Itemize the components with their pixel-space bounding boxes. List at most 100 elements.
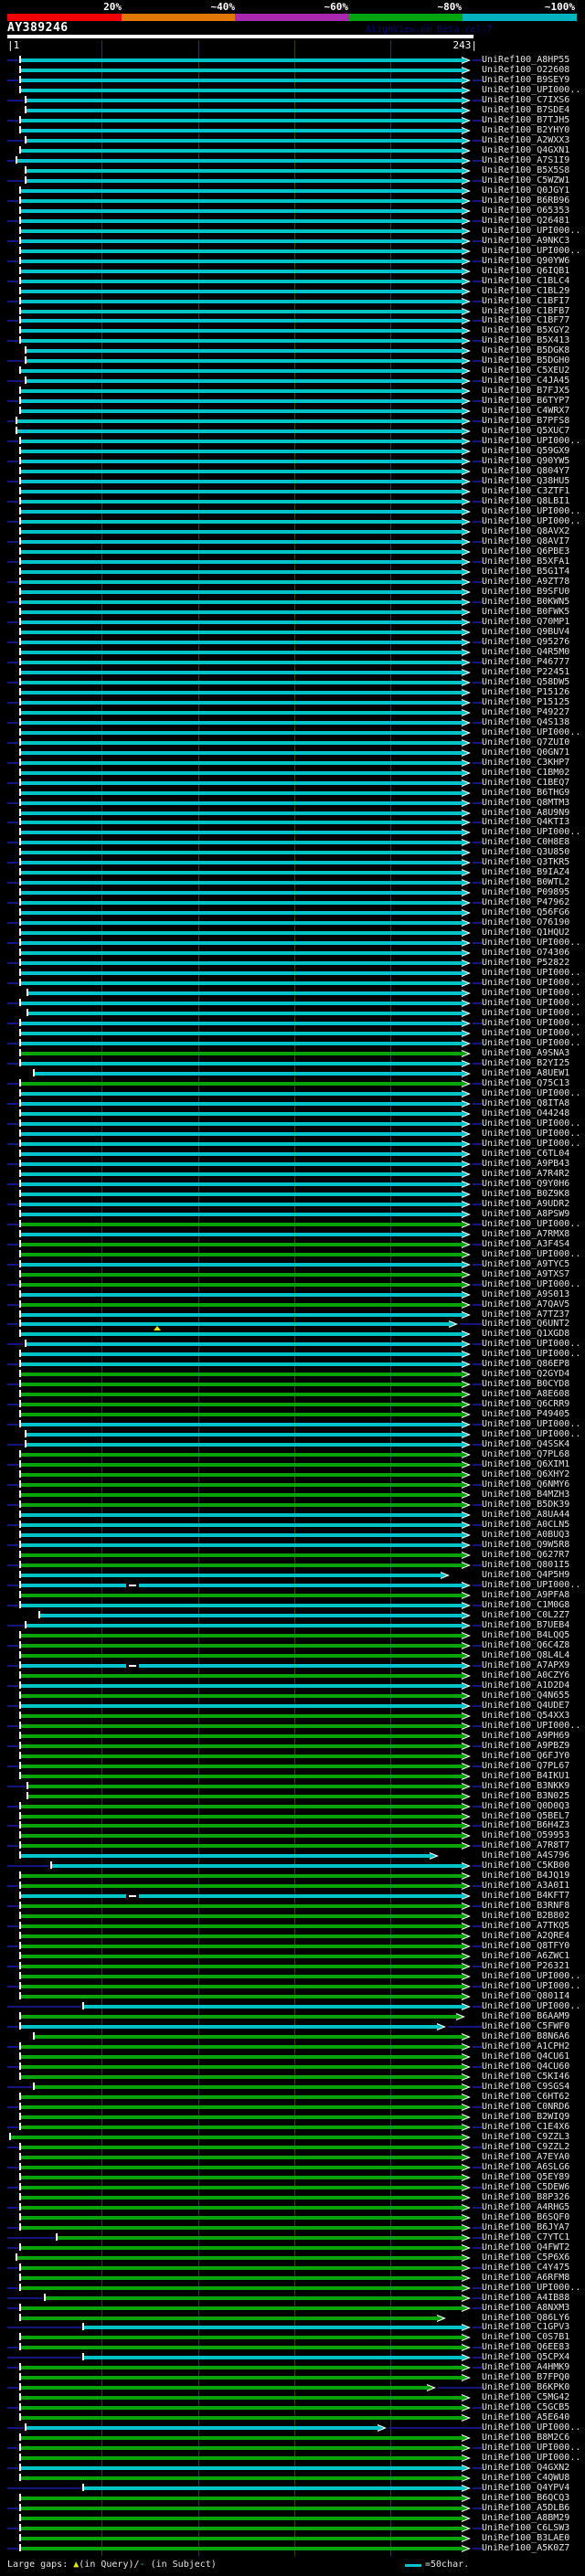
hit-bar[interactable] bbox=[20, 620, 463, 624]
hit-bar[interactable] bbox=[20, 1483, 463, 1488]
hit-bar[interactable] bbox=[20, 1272, 463, 1277]
hit-bar[interactable] bbox=[20, 1523, 463, 1528]
hit-accession-label[interactable]: UniRef100_UPI000.. bbox=[482, 1129, 580, 1139]
hit-bar[interactable] bbox=[20, 2055, 463, 2060]
hit-accession-label[interactable]: UniRef100_C1BM02 bbox=[482, 768, 569, 778]
hit-bar[interactable] bbox=[20, 440, 463, 444]
hit-bar[interactable] bbox=[20, 1393, 463, 1397]
hit-bar[interactable] bbox=[20, 399, 463, 404]
hit-accession-label[interactable]: UniRef100_Q9BUV4 bbox=[482, 627, 569, 637]
hit-accession-label[interactable]: UniRef100_A8HP55 bbox=[482, 55, 569, 65]
hit-bar[interactable] bbox=[20, 610, 463, 614]
hit-bar[interactable] bbox=[20, 1362, 463, 1367]
hit-accession-label[interactable]: UniRef100_A7APX9 bbox=[482, 1660, 569, 1670]
hit-accession-label[interactable]: UniRef100_UPI000.. bbox=[482, 1249, 580, 1259]
hit-bar[interactable] bbox=[20, 249, 463, 253]
hit-accession-label[interactable]: UniRef100_UPI000.. bbox=[482, 1981, 580, 1991]
hit-accession-label[interactable]: UniRef100_UPI000.. bbox=[482, 968, 580, 978]
hit-bar[interactable] bbox=[20, 520, 463, 525]
hit-accession-label[interactable]: UniRef100_B5DGK8 bbox=[482, 345, 569, 355]
hit-bar[interactable] bbox=[20, 1383, 463, 1387]
hit-accession-label[interactable]: UniRef100_UPI000.. bbox=[482, 516, 580, 526]
hit-accession-label[interactable]: UniRef100_Q5CPX4 bbox=[482, 2352, 569, 2362]
hit-bar[interactable] bbox=[20, 1583, 463, 1587]
hit-accession-label[interactable]: UniRef100_A1D2D4 bbox=[482, 1680, 569, 1691]
hit-accession-label[interactable]: UniRef100_A7TZ37 bbox=[482, 1309, 569, 1320]
hit-accession-label[interactable]: UniRef100_Q59GX9 bbox=[482, 446, 569, 456]
hit-accession-label[interactable]: UniRef100_C4WRX7 bbox=[482, 406, 569, 416]
hit-bar[interactable] bbox=[20, 1874, 463, 1879]
hit-accession-label[interactable]: UniRef100_B5X5S8 bbox=[482, 165, 569, 175]
hit-bar[interactable] bbox=[20, 841, 463, 845]
hit-accession-label[interactable]: UniRef100_P26321 bbox=[482, 1961, 569, 1971]
hit-accession-label[interactable]: UniRef100_C3ZTF1 bbox=[482, 486, 569, 496]
hit-accession-label[interactable]: UniRef100_Q5XUC7 bbox=[482, 426, 569, 436]
hit-accession-label[interactable]: UniRef100_O65353 bbox=[482, 206, 569, 216]
hit-bar[interactable] bbox=[20, 1111, 463, 1116]
hit-bar[interactable] bbox=[20, 2094, 463, 2099]
hit-accession-label[interactable]: UniRef100_A9ZT78 bbox=[482, 577, 569, 587]
hit-bar[interactable] bbox=[20, 2336, 463, 2340]
hit-bar[interactable] bbox=[20, 409, 463, 414]
hit-accession-label[interactable]: UniRef100_Q3TKR5 bbox=[482, 857, 569, 867]
hit-accession-label[interactable]: UniRef100_B2B802 bbox=[482, 1911, 569, 1921]
hit-bar[interactable] bbox=[34, 2035, 463, 2040]
hit-accession-label[interactable]: UniRef100_B2YHY0 bbox=[482, 125, 569, 135]
hit-bar[interactable] bbox=[20, 1121, 463, 1126]
hit-accession-label[interactable]: UniRef100_B6RB96 bbox=[482, 196, 569, 206]
hit-accession-label[interactable]: UniRef100_C1M0G8 bbox=[482, 1600, 569, 1610]
hit-accession-label[interactable]: UniRef100_A0CLN5 bbox=[482, 1520, 569, 1530]
hit-bar[interactable] bbox=[20, 961, 463, 966]
hit-accession-label[interactable]: UniRef100_B6QCQ3 bbox=[482, 2493, 569, 2503]
hit-bar[interactable] bbox=[20, 690, 463, 694]
hit-bar[interactable] bbox=[20, 1091, 463, 1096]
hit-accession-label[interactable]: UniRef100_P15126 bbox=[482, 687, 569, 697]
hit-bar[interactable] bbox=[20, 2195, 463, 2200]
hit-bar[interactable] bbox=[16, 429, 463, 434]
hit-accession-label[interactable]: UniRef100_B9SEY9 bbox=[482, 75, 569, 85]
hit-bar[interactable] bbox=[20, 921, 463, 926]
hit-accession-label[interactable]: UniRef100_B6TYP7 bbox=[482, 396, 569, 406]
hit-bar[interactable] bbox=[20, 1022, 463, 1026]
hit-bar[interactable] bbox=[20, 259, 463, 263]
hit-bar[interactable] bbox=[20, 710, 463, 715]
hit-accession-label[interactable]: UniRef100_Q6FJY0 bbox=[482, 1751, 569, 1761]
hit-bar[interactable] bbox=[20, 329, 463, 334]
hit-accession-label[interactable]: UniRef100_UPI000.. bbox=[482, 1279, 580, 1289]
hit-accession-label[interactable]: UniRef100_UPI000.. bbox=[482, 246, 580, 256]
hit-bar[interactable] bbox=[20, 851, 463, 855]
hit-bar[interactable] bbox=[20, 1262, 463, 1267]
hit-accession-label[interactable]: UniRef100_UPI000.. bbox=[482, 1018, 580, 1028]
hit-accession-label[interactable]: UniRef100_A8E608 bbox=[482, 1389, 569, 1399]
hit-accession-label[interactable]: UniRef100_C5MG42 bbox=[482, 2392, 569, 2402]
hit-bar[interactable] bbox=[20, 1965, 463, 1969]
hit-bar[interactable] bbox=[20, 1804, 463, 1808]
hit-accession-label[interactable]: UniRef100_Q6EE83 bbox=[482, 2342, 569, 2352]
hit-accession-label[interactable]: UniRef100_Q1HQU2 bbox=[482, 928, 569, 938]
hit-bar[interactable] bbox=[20, 670, 463, 674]
hit-bar[interactable] bbox=[20, 1543, 463, 1548]
hit-accession-label[interactable]: UniRef100_Q86EP8 bbox=[482, 1359, 569, 1369]
hit-accession-label[interactable]: UniRef100_UPI000.. bbox=[482, 727, 580, 737]
hit-bar[interactable] bbox=[34, 1071, 463, 1076]
hit-accession-label[interactable]: UniRef100_Q4UDE7 bbox=[482, 1701, 569, 1711]
hit-accession-label[interactable]: UniRef100_B5X413 bbox=[482, 335, 569, 345]
hit-bar[interactable] bbox=[20, 2547, 463, 2551]
hit-accession-label[interactable]: UniRef100_C5WZW1 bbox=[482, 175, 569, 186]
hit-accession-label[interactable]: UniRef100_UPI000.. bbox=[482, 938, 580, 948]
hit-accession-label[interactable]: UniRef100_Q4N655 bbox=[482, 1691, 569, 1701]
hit-bar[interactable] bbox=[20, 1754, 463, 1758]
hit-bar[interactable] bbox=[20, 1663, 463, 1668]
hit-bar[interactable] bbox=[11, 2135, 463, 2139]
hit-bar[interactable] bbox=[20, 218, 463, 223]
hit-bar[interactable] bbox=[27, 168, 463, 173]
hit-bar[interactable] bbox=[20, 971, 463, 976]
hit-bar[interactable] bbox=[20, 1182, 463, 1186]
hit-bar[interactable] bbox=[20, 1081, 463, 1086]
hit-bar[interactable] bbox=[20, 2145, 463, 2149]
hit-accession-label[interactable]: UniRef100_B7FJX5 bbox=[482, 386, 569, 396]
hit-bar[interactable] bbox=[20, 2205, 463, 2210]
hit-accession-label[interactable]: UniRef100_A8BM29 bbox=[482, 2513, 569, 2523]
hit-accession-label[interactable]: UniRef100_A8U9N9 bbox=[482, 808, 569, 818]
hit-accession-label[interactable]: UniRef100_A0CZY6 bbox=[482, 1670, 569, 1680]
